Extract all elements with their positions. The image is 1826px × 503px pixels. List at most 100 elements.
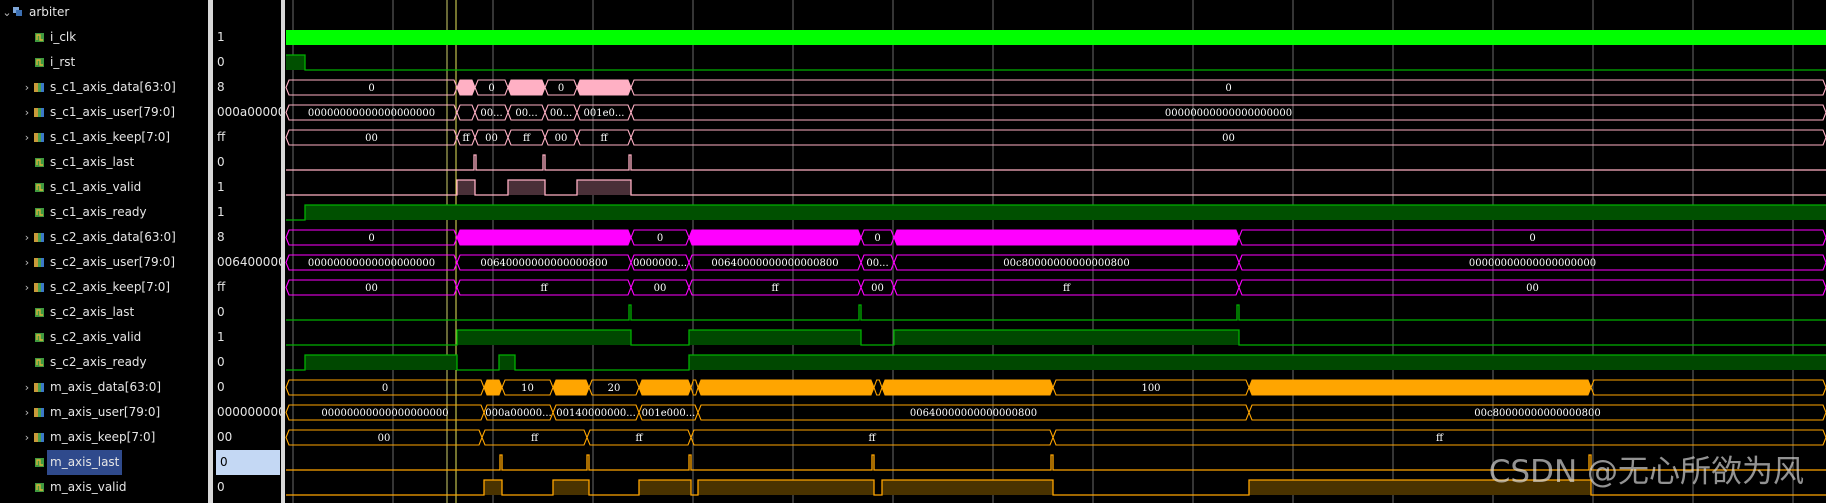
bus-value-label: 00140000000... [556,408,636,419]
signal-row[interactable]: s_c1_axis_ready [0,200,208,225]
signal-value[interactable]: 8 [217,225,225,250]
waveform-canvas[interactable]: 0 0 0 000000000000000000000 00... 00... 00... 0… [285,0,1826,503]
signal-row[interactable]: s_c1_axis_valid [0,175,208,200]
signal-value[interactable]: 0 [217,475,225,500]
bus-value-label: 00640000000000000800 [910,408,1037,419]
signal-row[interactable]: m_axis_last [0,450,208,475]
wave-high-fill [882,480,1053,495]
signal-value[interactable]: 0 [217,350,225,375]
bus-value-label: ff [531,433,539,444]
bus-value-label: 00000000000000000000 [308,108,435,119]
bus-value-label: 00 [555,133,568,144]
signal-row[interactable]: › s_c1_axis_user[79:0] [0,100,208,125]
bus-value-label: ff [600,133,608,144]
watermark: CSDN @无心所欲为风 [1488,454,1804,490]
bus-value-label: 0 [368,233,374,244]
signal-value[interactable]: 000000000 [217,400,281,425]
wave-high-fill [305,355,457,370]
signal-value[interactable]: 8 [217,75,225,100]
signal-value[interactable]: 0 [217,150,225,175]
bus-value-label: 0 [382,383,388,394]
wave-high-fill [457,330,631,345]
bus-segment [881,379,1054,396]
bus-value-label: 00 [1526,283,1539,294]
signal-value[interactable]: 1 [217,325,225,350]
wave-high-fill [689,330,861,345]
wave-high-fill [553,480,589,495]
wave-high-fill [639,480,691,495]
signal-name: s_c2_axis_ready [50,355,147,369]
signal-row[interactable]: i_clk [0,25,208,50]
bus-value-label: 10 [521,383,534,394]
bus-signal-icon [34,408,44,417]
chevron-right-icon[interactable]: › [22,100,32,125]
bus-value-label: ff [635,433,643,444]
signal-value[interactable]: 0 [217,300,225,325]
bus-value-label: 00000000000000000000 [1469,258,1596,269]
signal-row[interactable]: › s_c2_axis_keep[7:0] [0,275,208,300]
signal-name: s_c1_axis_ready [50,205,147,219]
signal-value[interactable]: ff [217,125,225,150]
bus-value-label: 00 [654,283,667,294]
signal-name: i_clk [50,30,77,44]
signal-value[interactable]: 0 [216,450,280,475]
bus-value-label: 0 [657,233,663,244]
signal-row[interactable]: › m_axis_user[79:0] [0,400,208,425]
bus-value-label: 00 [365,133,378,144]
signal-value[interactable]: 006400000 [217,250,281,275]
signal-row[interactable]: › m_axis_keep[7:0] [0,425,208,450]
signal-row[interactable]: s_c2_axis_valid [0,325,208,350]
signal-value[interactable]: 1 [217,25,225,50]
bit-signal-icon [35,208,44,217]
signal-value[interactable]: 0 [217,50,225,75]
signal-name: m_axis_keep[7:0] [50,430,156,444]
bus-value-label: 00 [378,433,391,444]
chevron-right-icon[interactable]: › [22,125,32,150]
signal-row[interactable]: › s_c1_axis_data[63:0] [0,75,208,100]
signal-value[interactable]: 0 [217,375,225,400]
bus-value-label: 0 [874,233,880,244]
signal-row[interactable]: › s_c2_axis_data[63:0] [0,225,208,250]
bus-segment [576,79,632,96]
chevron-right-icon[interactable]: › [22,275,32,300]
wave-high-fill [689,355,1826,370]
signal-value[interactable]: 1 [217,175,225,200]
signal-name: s_c2_axis_last [50,305,135,319]
chevron-down-icon[interactable]: ⌄ [2,0,12,25]
chevron-right-icon[interactable]: › [22,375,32,400]
signal-row[interactable]: › m_axis_data[63:0] [0,375,208,400]
signal-value[interactable]: 1 [217,200,225,225]
signal-row[interactable]: i_rst [0,50,208,75]
bus-signal-icon [34,83,44,92]
signal-row[interactable]: s_c1_axis_last [0,150,208,175]
chevron-right-icon[interactable]: › [22,425,32,450]
bus-value-label: 00000000000000000000 [321,408,448,419]
bus-value-label: 00c80000000000000800 [1474,408,1600,419]
chevron-right-icon[interactable]: › [22,250,32,275]
chevron-right-icon[interactable]: › [22,75,32,100]
bus-signal-icon [34,233,44,242]
signal-row[interactable]: s_c2_axis_last [0,300,208,325]
signal-name: s_c1_axis_keep[7:0] [50,130,171,144]
bit-wave [286,54,1826,71]
signal-value[interactable]: ff [217,275,225,300]
signal-row[interactable]: s_c2_axis_ready [0,350,208,375]
signal-row[interactable]: › s_c1_axis_keep[7:0] [0,125,208,150]
wave-high-fill [457,180,475,195]
signal-name: m_axis_user[79:0] [50,405,161,419]
signal-value[interactable]: 00 [217,425,232,450]
signal-row[interactable]: m_axis_valid [0,475,208,500]
bit-signal-icon [35,33,44,42]
bus-value-label: 00 [1222,133,1235,144]
chevron-right-icon[interactable]: › [22,400,32,425]
chevron-right-icon[interactable]: › [22,225,32,250]
bus-value-label: 000a00000... [485,408,551,419]
signal-row[interactable]: › s_c2_axis_user[79:0] [0,250,208,275]
bit-signal-icon [35,183,44,192]
bus-value-label: ff [868,433,876,444]
bus-value-label: 0 [488,83,494,94]
bus-segment [697,379,875,396]
signal-value[interactable]: 000a00000 [217,100,281,125]
bus-value-label: 00... [480,108,502,119]
wave-high-fill [577,180,631,195]
